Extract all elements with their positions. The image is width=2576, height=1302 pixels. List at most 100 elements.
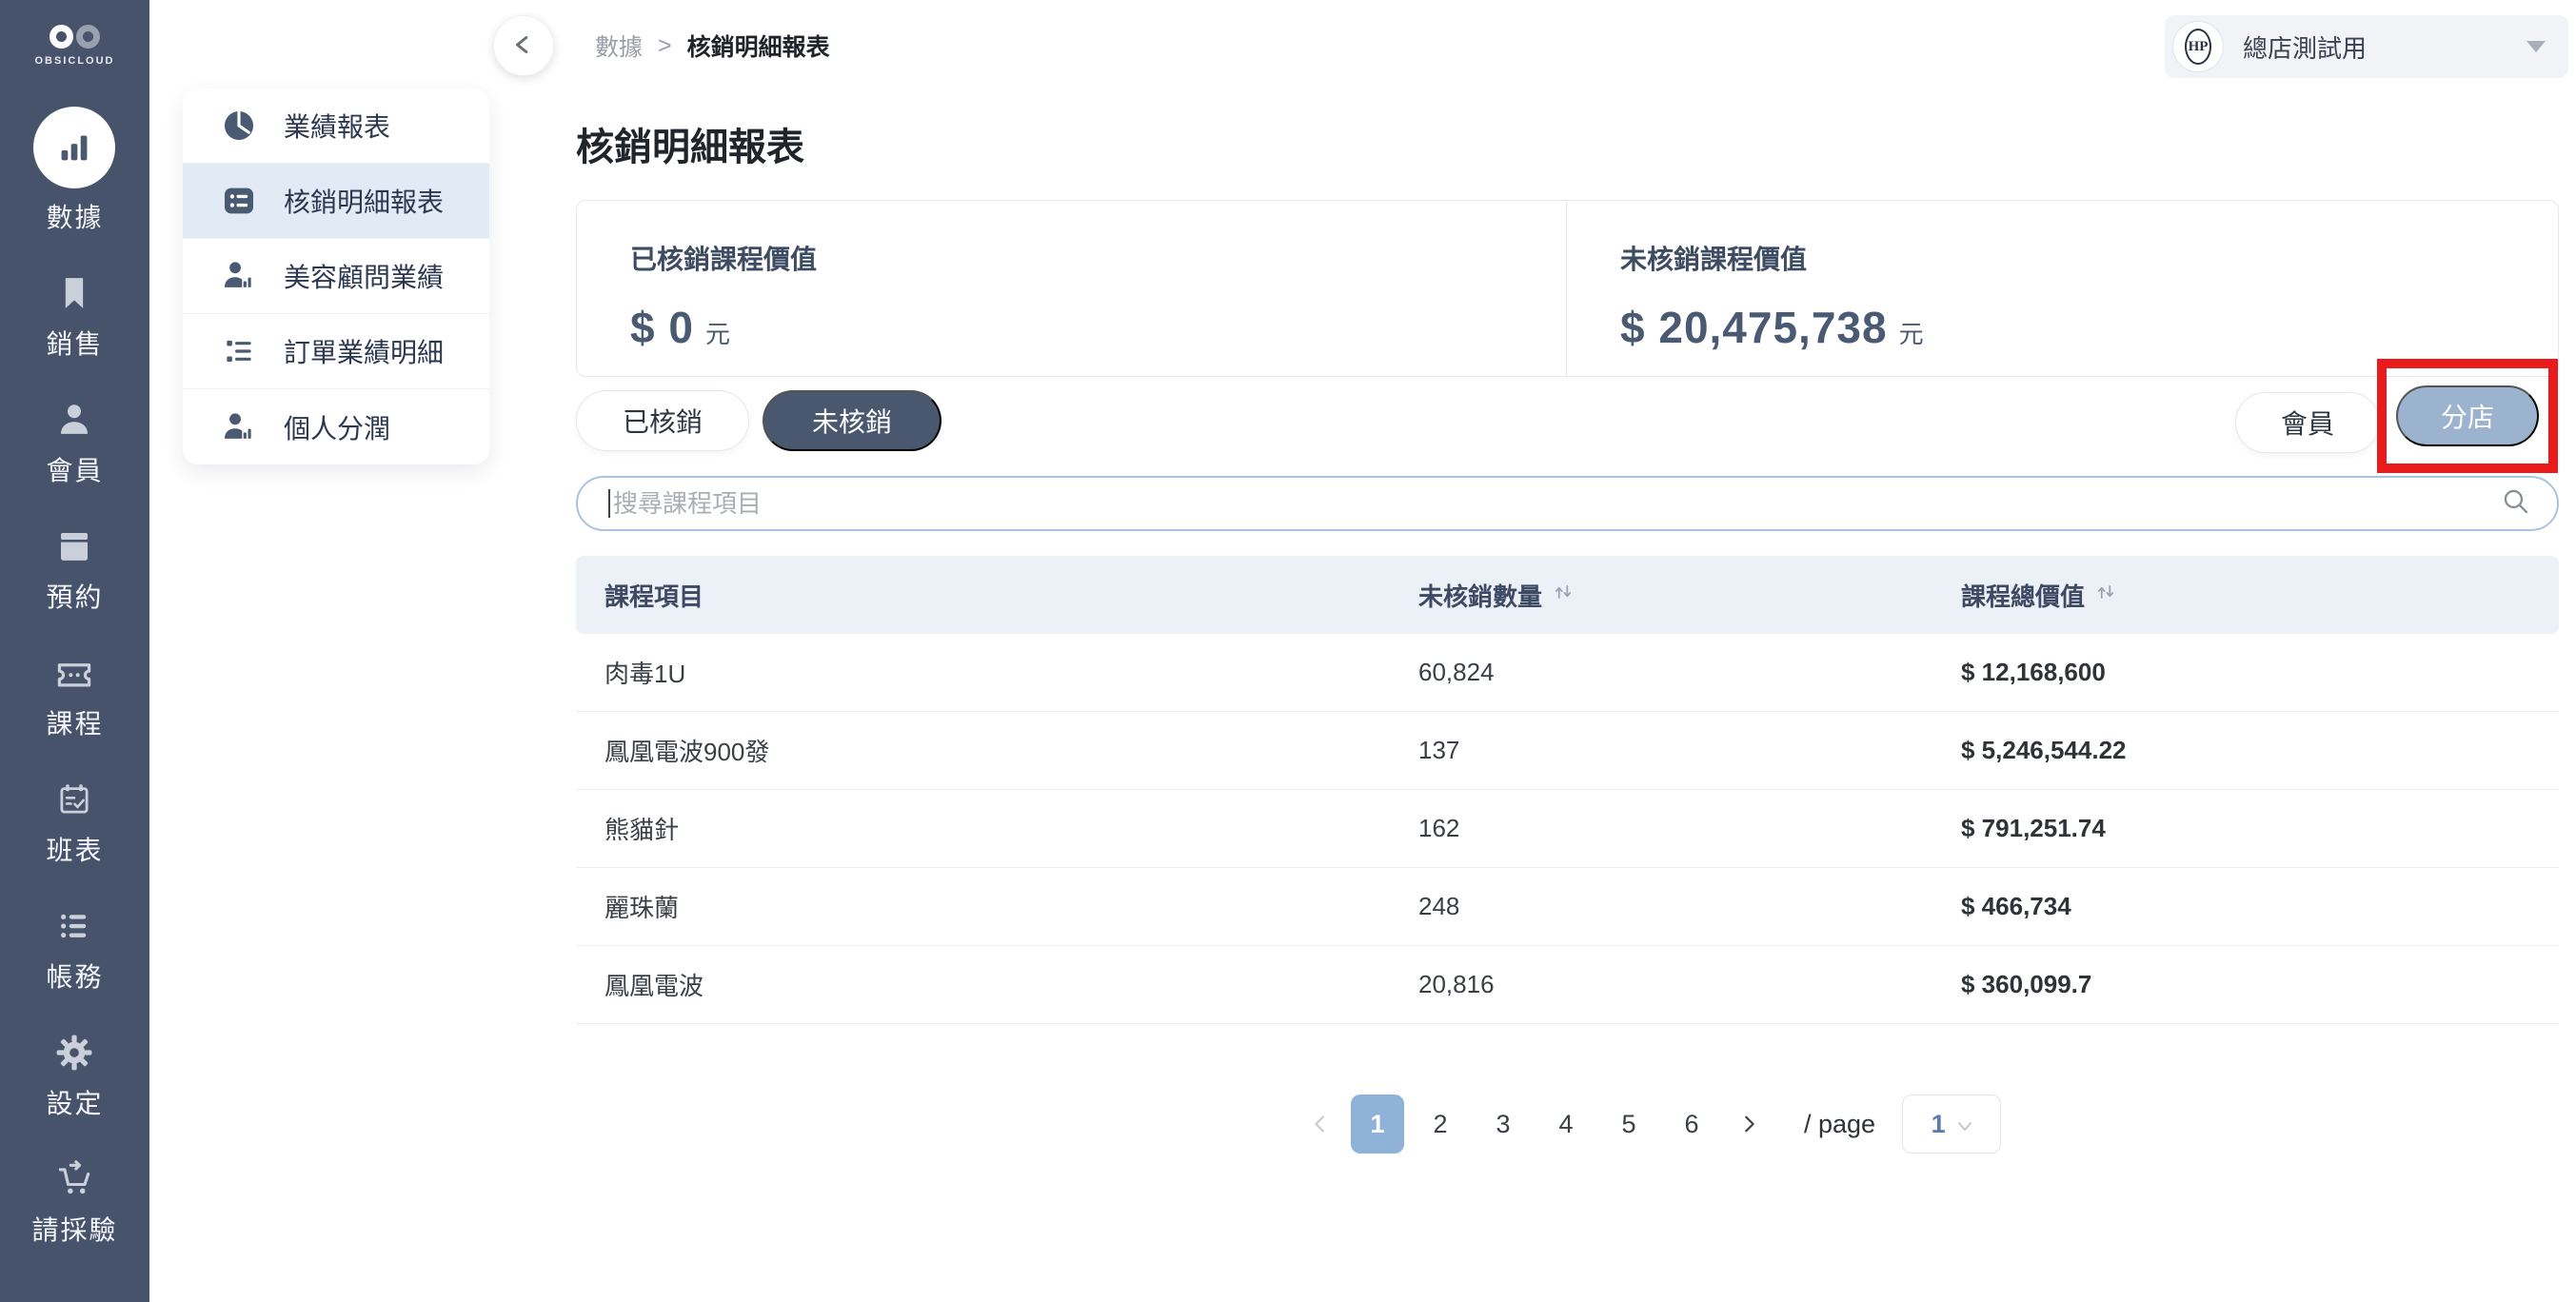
rail-nav: 數據 銷售 會員 預約	[31, 107, 117, 1248]
rail-item-label: 請採驗	[31, 1210, 117, 1248]
logo-ring-white	[50, 25, 73, 49]
rail-item-label: 設定	[46, 1083, 103, 1121]
page-button-3[interactable]: 3	[1476, 1095, 1530, 1154]
menu-item-label: 訂單業績明細	[284, 332, 444, 370]
rail-item-label: 班表	[46, 830, 103, 868]
pie-chart-icon	[219, 108, 259, 144]
page-button-5[interactable]: 5	[1602, 1095, 1655, 1154]
cell-course-name: 鳳凰電波900發	[576, 733, 1418, 768]
stat-amount: $ 20,475,738	[1620, 302, 1888, 353]
page-button-4[interactable]: 4	[1539, 1095, 1593, 1154]
table-row: 肉毒1U 60,824 $ 12,168,600	[576, 634, 2559, 712]
stat-unverified-value: 未核銷課程價值 $ 20,475,738 元	[1567, 201, 1924, 376]
account-switcher[interactable]: HP 總店測試用	[2165, 15, 2568, 78]
rail-item-members[interactable]: 會員	[46, 398, 103, 488]
cell-total-value: $ 5,246,544.22	[1961, 736, 2559, 765]
cell-total-value: $ 466,734	[1961, 892, 2559, 921]
cell-quantity: 162	[1418, 814, 1961, 843]
clipboard-check-icon	[54, 778, 94, 821]
menu-item-label: 業績報表	[284, 107, 390, 145]
table-header-row: 課程項目 未核銷數量 課程總價值	[576, 556, 2559, 634]
rail-item-courses[interactable]: 課程	[46, 651, 103, 741]
table-row: 熊貓針 162 $ 791,251.74	[576, 790, 2559, 868]
cell-course-name: 熊貓針	[576, 811, 1418, 846]
stat-amount: $ 0	[630, 302, 694, 353]
breadcrumb-parent[interactable]: 數據	[595, 29, 643, 63]
column-header-course: 課程項目	[576, 578, 1418, 613]
bookmark-icon	[55, 271, 93, 315]
breadcrumb-current: 核銷明細報表	[687, 29, 830, 63]
search-bar	[576, 476, 2559, 531]
menu-item-personal-share[interactable]: 個人分潤	[183, 389, 489, 464]
rail-item-appointments[interactable]: 預約	[46, 524, 103, 615]
prev-page-button[interactable]	[1299, 1095, 1341, 1154]
app-root: OBSICLOUD 數據 銷售 會員	[0, 0, 2576, 1302]
page-select-value: 1	[1932, 1110, 1946, 1139]
menu-item-label: 個人分潤	[284, 408, 390, 446]
page-button-1[interactable]: 1	[1351, 1095, 1404, 1154]
cell-quantity: 20,816	[1418, 970, 1961, 999]
page-button-6[interactable]: 6	[1665, 1095, 1718, 1154]
menu-item-consultant-performance[interactable]: 美容顧問業績	[183, 239, 489, 314]
sort-icon[interactable]	[2094, 581, 2117, 610]
page-size-select[interactable]: 1	[1902, 1095, 2001, 1154]
rail-item-settings[interactable]: 設定	[46, 1031, 103, 1121]
pagination: 1 2 3 4 5 6 / page 1	[1299, 1093, 2001, 1155]
rail-item-label: 銷售	[46, 324, 103, 362]
page-button-2[interactable]: 2	[1414, 1095, 1467, 1154]
rail-item-schedule[interactable]: 班表	[46, 778, 103, 868]
list-icon	[54, 904, 94, 948]
collapse-sidebar-button[interactable]	[493, 15, 554, 76]
person-icon	[54, 398, 94, 442]
ticket-icon	[53, 651, 95, 695]
cell-total-value: $ 12,168,600	[1961, 658, 2559, 687]
per-page-label: / page	[1804, 1110, 1875, 1139]
annotation-highlight-box: 分店	[2377, 359, 2558, 473]
main-content: 數據 > 核銷明細報表 HP 總店測試用 核銷明細報表 已核銷課程價值 $ 0 …	[521, 0, 2576, 1302]
next-page-button[interactable]	[1728, 1095, 1770, 1154]
text-cursor	[608, 489, 610, 518]
person-chart-icon	[219, 258, 259, 294]
column-header-quantity[interactable]: 未核銷數量	[1418, 578, 1961, 613]
table-row: 鳳凰電波900發 137 $ 5,246,544.22	[576, 712, 2559, 790]
table-row: 麗珠蘭 248 $ 466,734	[576, 868, 2559, 946]
logo-ring-gray	[76, 25, 100, 49]
stat-unit: 元	[705, 315, 730, 350]
account-name: 總店測試用	[2243, 30, 2526, 65]
menu-item-performance-report[interactable]: 業績報表	[183, 89, 489, 164]
sort-icon[interactable]	[1552, 581, 1575, 610]
avatar: HP	[2172, 21, 2224, 72]
menu-item-redemption-report[interactable]: 核銷明細報表	[183, 164, 489, 239]
bulleted-list-icon	[219, 333, 259, 369]
rail-item-data[interactable]: 數據	[33, 107, 115, 235]
secondary-sidebar: 業績報表 核銷明細報表 美容顧問業績	[149, 0, 521, 1302]
stat-label: 已核銷課程價值	[630, 239, 1566, 277]
card-list-icon	[219, 182, 259, 220]
member-scope-button[interactable]: 會員	[2235, 392, 2380, 453]
branch-scope-button[interactable]: 分店	[2396, 385, 2539, 446]
calendar-icon	[54, 524, 94, 568]
unverified-tab[interactable]: 未核銷	[763, 390, 941, 451]
report-menu: 業績報表 核銷明細報表 美容顧問業績	[183, 89, 489, 464]
rail-item-accounting[interactable]: 帳務	[46, 904, 103, 995]
chevron-left-icon	[509, 30, 538, 62]
cell-quantity: 248	[1418, 892, 1961, 921]
cell-quantity: 60,824	[1418, 658, 1961, 687]
rail-item-purchase[interactable]: 請採驗	[31, 1157, 117, 1248]
verified-tab[interactable]: 已核銷	[576, 390, 749, 451]
person-chart-icon	[219, 409, 259, 445]
stat-verified-value: 已核銷課程價值 $ 0 元	[577, 201, 1567, 376]
menu-item-label: 核銷明細報表	[284, 182, 444, 220]
page-title: 核銷明細報表	[576, 116, 804, 171]
stat-unit: 元	[1899, 315, 1924, 350]
search-icon[interactable]	[2500, 485, 2532, 523]
chevron-down-icon	[1957, 1110, 1972, 1139]
menu-item-order-performance[interactable]: 訂單業績明細	[183, 314, 489, 389]
rail-item-label: 數據	[46, 197, 103, 235]
column-header-total-value[interactable]: 課程總價值	[1961, 578, 2559, 613]
course-table: 課程項目 未核銷數量 課程總價值	[576, 556, 2559, 1024]
avatar-monogram: HP	[2185, 29, 2211, 65]
search-input[interactable]	[613, 489, 2500, 519]
stat-label: 未核銷課程價值	[1620, 239, 1924, 277]
rail-item-sales[interactable]: 銷售	[46, 271, 103, 362]
